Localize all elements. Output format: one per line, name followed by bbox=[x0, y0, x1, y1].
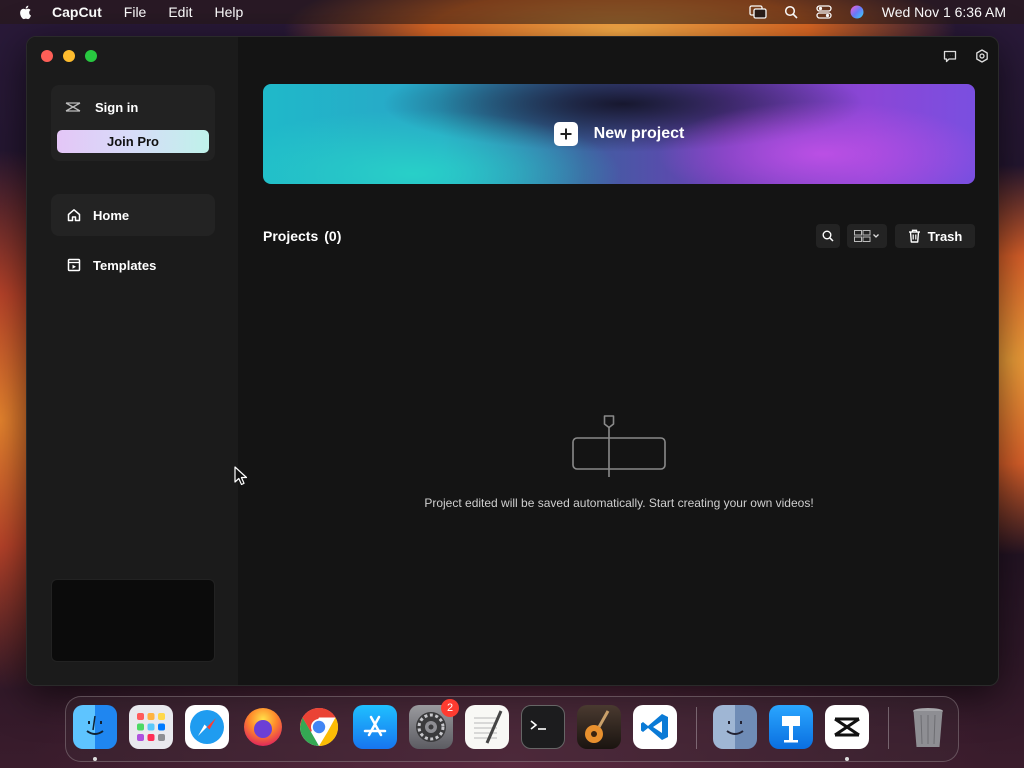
grid-view-icon bbox=[854, 230, 879, 242]
sidebar-item-label: Templates bbox=[93, 257, 157, 273]
menu-help[interactable]: Help bbox=[214, 4, 243, 20]
menu-app-name[interactable]: CapCut bbox=[52, 4, 102, 20]
capcut-icon[interactable] bbox=[825, 705, 869, 749]
trash-button[interactable]: Trash bbox=[895, 224, 975, 248]
system-settings-icon[interactable]: 2 bbox=[409, 699, 459, 749]
garageband-icon[interactable] bbox=[577, 705, 621, 749]
dock-separator bbox=[696, 707, 697, 749]
sign-in-label: Sign in bbox=[95, 99, 139, 115]
top-right-toolbar bbox=[926, 48, 990, 64]
search-icon[interactable] bbox=[782, 5, 800, 19]
sidebar-item-label: Home bbox=[93, 207, 130, 223]
home-icon bbox=[67, 209, 81, 222]
trash-icon[interactable] bbox=[906, 705, 950, 749]
firefox-icon[interactable] bbox=[241, 705, 285, 749]
siri-icon[interactable] bbox=[848, 5, 866, 19]
projects-heading: Projects (0) bbox=[263, 228, 341, 244]
screen-mirroring-icon[interactable] bbox=[749, 5, 767, 19]
terminal-icon[interactable] bbox=[521, 705, 565, 749]
finder-icon[interactable] bbox=[73, 705, 117, 749]
notification-badge: 2 bbox=[441, 699, 459, 717]
menu-edit[interactable]: Edit bbox=[168, 4, 192, 20]
zoom-window-button[interactable] bbox=[85, 50, 97, 62]
projects-count: (0) bbox=[324, 228, 342, 244]
chrome-icon[interactable] bbox=[297, 705, 341, 749]
mouse-cursor-icon bbox=[234, 466, 248, 486]
projects-label: Projects bbox=[263, 228, 319, 244]
capcut-logo-icon bbox=[65, 102, 81, 112]
dock: 2 bbox=[65, 696, 959, 762]
keynote-icon[interactable] bbox=[769, 705, 813, 749]
menu-bar: CapCut File Edit Help Wed Nov 1 6:36 AM bbox=[0, 0, 1024, 24]
feedback-icon[interactable] bbox=[942, 48, 958, 64]
close-window-button[interactable] bbox=[41, 50, 53, 62]
vscode-icon[interactable] bbox=[633, 705, 677, 749]
empty-state-message: Project edited will be saved automatical… bbox=[424, 496, 814, 510]
sign-in-button[interactable]: Sign in bbox=[65, 97, 138, 117]
templates-icon bbox=[67, 258, 81, 272]
window-controls bbox=[41, 50, 107, 62]
plus-icon bbox=[553, 122, 578, 146]
new-project-label: New project bbox=[593, 125, 685, 142]
view-mode-dropdown[interactable] bbox=[847, 224, 887, 248]
search-projects-button[interactable] bbox=[816, 224, 840, 248]
capcut-running-dot bbox=[845, 757, 849, 761]
trash-label: Trash bbox=[927, 228, 963, 244]
trash-icon bbox=[908, 229, 920, 243]
safari-icon[interactable] bbox=[185, 705, 229, 749]
search-icon bbox=[822, 230, 834, 242]
app-store-icon[interactable] bbox=[353, 705, 397, 749]
finder-downloads-icon[interactable] bbox=[713, 705, 757, 749]
new-project-banner[interactable]: New project bbox=[263, 84, 975, 184]
join-pro-button[interactable]: Join Pro bbox=[57, 130, 209, 153]
launchpad-icon[interactable] bbox=[129, 705, 173, 749]
sidebar-item-templates[interactable]: Templates bbox=[51, 244, 215, 286]
empty-timeline-illustration bbox=[572, 415, 666, 477]
control-center-icon[interactable] bbox=[815, 5, 833, 19]
menu-file[interactable]: File bbox=[124, 4, 147, 20]
textedit-icon[interactable] bbox=[465, 705, 509, 749]
account-card: Sign in Join Pro bbox=[51, 85, 215, 161]
sidebar-item-home[interactable]: Home bbox=[51, 194, 215, 236]
capcut-window: Sign in Join Pro Home Templates New proj… bbox=[26, 36, 999, 686]
settings-gear-icon[interactable] bbox=[974, 48, 990, 64]
dock-separator bbox=[888, 707, 889, 749]
sidebar: Sign in Join Pro Home Templates bbox=[27, 37, 238, 685]
main-content: New project Projects (0) Trash Project ed… bbox=[238, 37, 998, 685]
promo-panel[interactable] bbox=[51, 579, 215, 662]
finder-running-dot bbox=[93, 757, 97, 761]
apple-icon[interactable] bbox=[18, 4, 34, 20]
menu-clock[interactable]: Wed Nov 1 6:36 AM bbox=[882, 4, 1006, 20]
minimize-window-button[interactable] bbox=[63, 50, 75, 62]
